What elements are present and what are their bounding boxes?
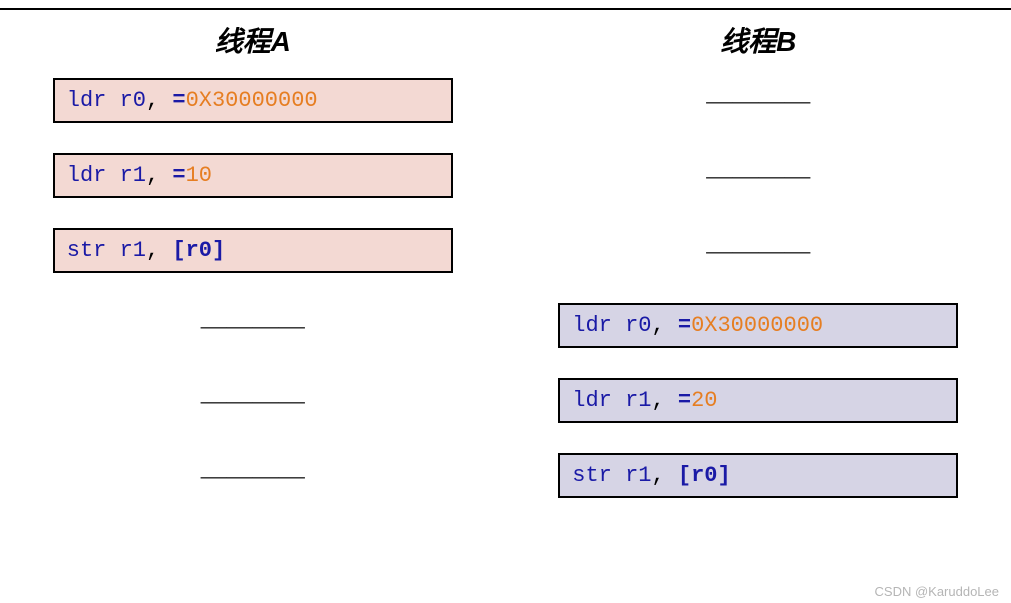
b-step-2: ———— <box>506 153 1011 198</box>
idle-dash: ———— <box>706 236 810 266</box>
b-step-3: ———— <box>506 228 1011 273</box>
register: r1 <box>625 463 651 488</box>
idle-dash: ———— <box>201 311 305 341</box>
equals: = <box>678 313 691 338</box>
b-step-6: str r1, [r0] <box>506 453 1011 498</box>
equals: = <box>172 163 185 188</box>
mnemonic: ldr <box>572 388 612 413</box>
mnemonic: ldr <box>67 88 107 113</box>
comma: , <box>146 163 172 188</box>
comma: , <box>651 313 677 338</box>
bracketed-arg: [r0] <box>172 238 225 263</box>
b-step-4: ldr r0, =0X30000000 <box>506 303 1011 348</box>
diagram-container: 线程A ldr r0, =0X30000000 ldr r1, = 10 str… <box>0 0 1011 528</box>
a-step-2: ldr r1, = 10 <box>0 153 506 198</box>
literal: 0X30000000 <box>691 313 823 338</box>
mnemonic: ldr <box>67 163 107 188</box>
column-thread-a: 线程A ldr r0, =0X30000000 ldr r1, = 10 str… <box>0 20 506 528</box>
literal: 10 <box>186 163 212 188</box>
idle-dash: ———— <box>201 461 305 491</box>
equals: = <box>678 388 691 413</box>
literal: 20 <box>691 388 717 413</box>
b-step-5: ldr r1, = 20 <box>506 378 1011 423</box>
code-a-line1: ldr r0, =0X30000000 <box>53 78 453 123</box>
idle-dash: ———— <box>201 386 305 416</box>
register: r1 <box>120 163 146 188</box>
b-step-1: ———— <box>506 78 1011 123</box>
mnemonic: str <box>67 238 107 263</box>
register: r0 <box>120 88 146 113</box>
code-b-line1: ldr r0, =0X30000000 <box>558 303 958 348</box>
column-b-title: 线程B <box>720 20 796 60</box>
comma: , <box>651 463 677 488</box>
a-step-3: str r1, [r0] <box>0 228 506 273</box>
comma: , <box>146 238 172 263</box>
a-step-6: ———— <box>0 453 506 498</box>
a-step-5: ———— <box>0 378 506 423</box>
code-a-line2: ldr r1, = 10 <box>53 153 453 198</box>
idle-dash: ———— <box>706 86 810 116</box>
code-b-line2: ldr r1, = 20 <box>558 378 958 423</box>
code-a-line3: str r1, [r0] <box>53 228 453 273</box>
mnemonic: ldr <box>572 313 612 338</box>
equals: = <box>172 88 185 113</box>
column-a-title: 线程A <box>215 20 291 60</box>
register: r1 <box>625 388 651 413</box>
literal: 0X30000000 <box>186 88 318 113</box>
bracketed-arg: [r0] <box>678 463 731 488</box>
comma: , <box>146 88 172 113</box>
register: r0 <box>625 313 651 338</box>
idle-dash: ———— <box>706 161 810 191</box>
horizontal-rule <box>0 8 1011 10</box>
register: r1 <box>120 238 146 263</box>
code-b-line3: str r1, [r0] <box>558 453 958 498</box>
watermark: CSDN @KaruddoLee <box>875 584 999 599</box>
a-step-4: ———— <box>0 303 506 348</box>
comma: , <box>651 388 677 413</box>
mnemonic: str <box>572 463 612 488</box>
a-step-1: ldr r0, =0X30000000 <box>0 78 506 123</box>
column-thread-b: 线程B ———— ———— ———— ldr r0, =0X30000000 l… <box>506 20 1011 528</box>
